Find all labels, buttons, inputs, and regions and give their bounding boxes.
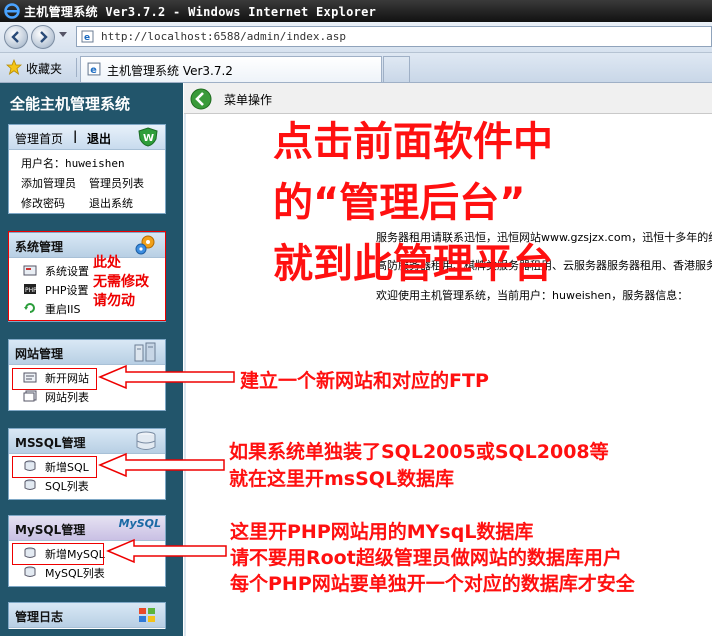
sidebar-item-sql-list[interactable]: SQL列表	[45, 478, 89, 494]
window-titlebar: 主机管理系统 Ver3.7.2 - Windows Internet Explo…	[0, 0, 712, 22]
address-input[interactable]: e http://localhost:6588/admin/index.asp	[76, 26, 712, 47]
servers-icon	[134, 342, 156, 362]
admin-header-separator: |	[73, 129, 78, 143]
new-mysql-highlight	[12, 543, 104, 565]
svg-text:e: e	[84, 33, 90, 43]
logout-link[interactable]: 退出系统	[89, 195, 133, 211]
new-site-highlight	[12, 368, 97, 390]
mysql-arrow	[106, 538, 227, 564]
admin-home-link[interactable]: 管理首页	[15, 130, 63, 147]
admin-panel: 管理首页 | 退出 W 用户名：huweishen 添加管理员 管理员列表 修改…	[8, 124, 166, 214]
svg-text:e: e	[90, 65, 97, 76]
tab-active[interactable]: e 主机管理系统 Ver3.7.2	[80, 56, 382, 82]
system-panel-note: 此处 无需修改 请勿动	[93, 255, 149, 309]
mssql-panel-title: MSSQL管理	[15, 436, 86, 450]
favorites-star-icon[interactable]	[6, 59, 22, 75]
mssql-annotation-line-1: 如果系统单独装了SQL2005或SQL2008等	[229, 441, 609, 463]
annotation-big-line-2: 的“管理后台”	[273, 180, 526, 226]
page-icon: e	[81, 30, 94, 43]
annotation-big-line-3: 就到此管理平台	[273, 241, 553, 287]
ie-logo-icon	[4, 3, 20, 19]
mssql-panel-header: MSSQL管理	[9, 429, 165, 454]
shield-icon: W	[138, 127, 158, 147]
admin-exit-link[interactable]: 退出	[87, 130, 111, 147]
mssql-annotation-line-2: 就在这里开msSQL数据库	[229, 468, 455, 490]
arrow-right-icon	[40, 31, 48, 43]
sidebar-title: 全能主机管理系统	[10, 95, 131, 113]
new-tab-button[interactable]	[383, 56, 410, 82]
mysql-annotation-line-1: 这里开PHP网站用的MYsqL数据库	[230, 521, 534, 543]
site-list-icon	[23, 390, 37, 402]
annotation-big-line-1: 点击前面软件中	[273, 119, 553, 165]
page-icon: e	[87, 62, 101, 76]
tab-divider	[76, 58, 77, 77]
change-password-link[interactable]: 修改密码	[21, 195, 65, 211]
tab-label: 主机管理系统 Ver3.7.2	[107, 64, 233, 78]
menu-operation-label: 菜单操作	[224, 93, 273, 107]
address-toolbar: e http://localhost:6588/admin/index.asp	[0, 22, 712, 53]
mssql-arrow	[98, 452, 225, 478]
add-admin-link[interactable]: 添加管理员	[21, 175, 76, 191]
mysql-logo: MySQL	[118, 517, 161, 530]
history-dropdown-icon[interactable]	[59, 32, 67, 37]
new-sql-highlight	[12, 456, 97, 478]
back-button[interactable]	[4, 25, 28, 49]
admin-list-link[interactable]: 管理员列表	[89, 175, 144, 191]
window-title: 主机管理系统 Ver3.7.2 - Windows Internet Explo…	[24, 5, 377, 19]
content-header: 菜单操作	[184, 83, 712, 114]
username-value: huweishen	[65, 157, 125, 170]
back-circle-icon[interactable]	[190, 88, 212, 110]
mysql-annotation-line-3: 每个PHP网站要单独开一个对应的数据库才安全	[230, 573, 635, 595]
arrow-left-icon	[11, 31, 19, 43]
mysql-list-icon	[24, 566, 36, 577]
sql-list-icon	[24, 479, 36, 490]
username-label: 用户名：huweishen	[21, 157, 125, 170]
site-arrow	[98, 364, 235, 390]
favorites-label[interactable]: 收藏夹	[26, 60, 62, 77]
admin-panel-header: 管理首页 | 退出 W	[9, 125, 165, 150]
site-panel-title: 网站管理	[15, 347, 64, 361]
mysql-panel-title: MySQL管理	[15, 523, 86, 537]
site-annotation: 建立一个新网站和对应的FTP	[240, 370, 489, 392]
site-panel-header: 网站管理	[9, 340, 165, 365]
log-panel-title: 管理日志	[15, 610, 64, 624]
info-line: 欢迎使用主机管理系统，当前用户：huweishen，服务器信息：	[376, 289, 689, 302]
database-icon	[136, 431, 156, 450]
log-panel: 管理日志	[8, 602, 166, 629]
sidebar-item-mysql-list[interactable]: MySQL列表	[45, 565, 105, 581]
svg-text:W: W	[143, 133, 154, 144]
mysql-annotation-line-2: 请不要用Root超级管理员做网站的数据库用户	[230, 547, 622, 569]
tab-bar: 收藏夹 e 主机管理系统 Ver3.7.2	[0, 53, 712, 83]
sidebar-item-site-list[interactable]: 网站列表	[45, 389, 89, 405]
log-panel-header[interactable]: 管理日志	[9, 603, 165, 628]
forward-button[interactable]	[31, 25, 55, 49]
windows-logo-icon	[139, 608, 155, 622]
address-url-text: http://localhost:6588/admin/index.asp	[101, 30, 347, 43]
